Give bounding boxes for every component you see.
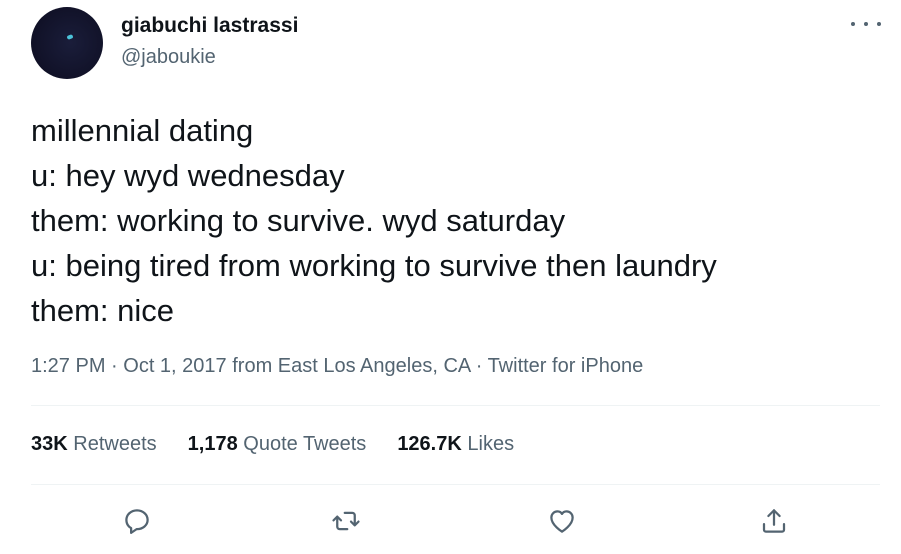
tweet-line: u: hey wyd wednesday bbox=[31, 158, 345, 193]
tweet-source[interactable]: Twitter for iPhone bbox=[488, 355, 644, 377]
tweet-line: millennial dating bbox=[31, 113, 254, 148]
tweet-line: them: nice bbox=[31, 293, 175, 328]
quote-tweets-count: 1,178 bbox=[187, 433, 238, 455]
retweets-count: 33K bbox=[31, 433, 68, 455]
tweet-stats: 33K Retweets 1,178 Quote Tweets 126.7K L… bbox=[31, 433, 514, 456]
tweet-text: millennial dating u: hey wyd wednesday t… bbox=[31, 108, 717, 333]
retweets-label: Retweets bbox=[73, 433, 157, 455]
avatar-image-mark bbox=[66, 34, 74, 40]
avatar[interactable] bbox=[31, 7, 103, 79]
divider bbox=[31, 405, 880, 406]
tweet-meta: 1:27 PM · Oct 1, 2017 from East Los Ange… bbox=[31, 355, 643, 378]
divider bbox=[31, 484, 880, 485]
likes-label: Likes bbox=[467, 433, 515, 455]
likes-count: 126.7K bbox=[397, 433, 462, 455]
author-name[interactable]: giabuchi lastrassi bbox=[121, 14, 298, 38]
tweet-line: u: being tired from working to survive t… bbox=[31, 248, 717, 283]
heart-icon[interactable] bbox=[544, 503, 580, 539]
tweet-time[interactable]: 1:27 PM bbox=[31, 355, 105, 377]
author-handle[interactable]: @jaboukie bbox=[121, 46, 216, 69]
retweets-stat[interactable]: 33K Retweets bbox=[31, 433, 157, 456]
meta-separator: · bbox=[105, 355, 124, 377]
retweet-icon[interactable] bbox=[328, 503, 364, 539]
share-icon[interactable] bbox=[756, 503, 792, 539]
reply-icon[interactable] bbox=[119, 503, 155, 539]
tweet-date[interactable]: Oct 1, 2017 bbox=[123, 355, 226, 377]
tweet-location[interactable]: from East Los Angeles, CA bbox=[227, 355, 470, 377]
tweet-line: them: working to survive. wyd saturday bbox=[31, 203, 566, 238]
quote-tweets-stat[interactable]: 1,178 Quote Tweets bbox=[188, 433, 367, 456]
meta-separator: · bbox=[470, 355, 488, 377]
more-options-icon[interactable] bbox=[851, 14, 881, 34]
quote-tweets-label: Quote Tweets bbox=[243, 433, 367, 455]
likes-stat[interactable]: 126.7K Likes bbox=[397, 433, 514, 456]
